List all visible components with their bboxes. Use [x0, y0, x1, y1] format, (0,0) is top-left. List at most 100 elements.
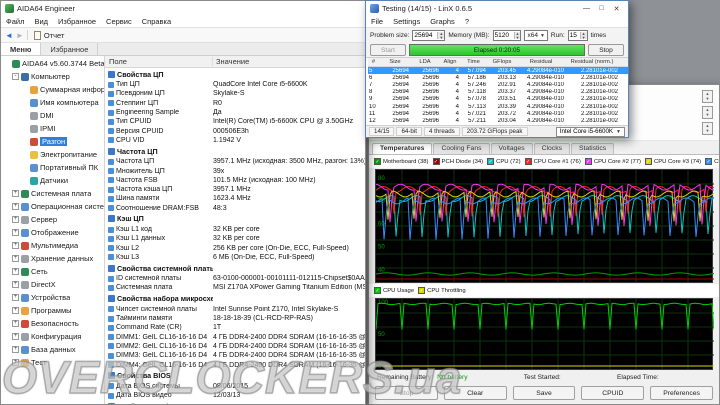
clear-button[interactable]: Clear	[443, 386, 507, 400]
sidebar-item[interactable]: + Операционная система	[1, 200, 104, 213]
column-header[interactable]: GFlops	[488, 59, 518, 65]
column-header-field[interactable]: Поле	[105, 57, 213, 66]
table-row[interactable]: Множитель ЦП 39x	[105, 166, 365, 175]
expand-icon[interactable]: +	[12, 242, 19, 249]
table-row[interactable]: Частота ЦП 3957.1 MHz (исходная: 3500 MHz…	[105, 157, 365, 166]
menu-item[interactable]: Файл	[1, 17, 29, 26]
expand-icon[interactable]: +	[12, 216, 19, 223]
sidebar-item[interactable]: + Сервер	[1, 213, 104, 226]
expand-icon[interactable]: +	[12, 307, 19, 314]
sidebar-item[interactable]: + Системная плата	[1, 187, 104, 200]
run-count-value[interactable]	[568, 31, 580, 40]
table-row[interactable]: Частота кэша ЦП 3957.1 MHz	[105, 185, 365, 194]
legend-checkbox[interactable]: ✓	[584, 158, 592, 165]
expand-icon[interactable]: +	[12, 229, 19, 236]
aida-titlebar[interactable]: AIDA64 Engineer	[1, 1, 365, 16]
sidebar-tab[interactable]: Меню	[1, 43, 42, 55]
legend-checkbox[interactable]: ✓	[374, 287, 381, 294]
menu-item[interactable]: Сервис	[101, 17, 137, 26]
sidebar-item[interactable]: Суммарная информация	[1, 83, 104, 96]
sidebar-item[interactable]: + Тест	[1, 356, 104, 369]
table-row[interactable]: Тип ЦП QuadCore Intel Core i5-6600K	[105, 80, 365, 89]
sidebar-item[interactable]: + Безопасность	[1, 317, 104, 330]
sidebar-item[interactable]: + Конфигурация	[1, 330, 104, 343]
table-row[interactable]: Кэш L3 6 МБ (On-Die, ECC, Full-Speed)	[105, 253, 365, 262]
sidebar-item[interactable]: Портативный ПК	[1, 161, 104, 174]
table-row[interactable]: DIMM3: GeIL CL16-16-16 D4 4 ГБ DDR4-2400 …	[105, 351, 365, 360]
column-header[interactable]: Size	[381, 59, 411, 65]
column-header[interactable]: #	[368, 59, 381, 65]
arch-select[interactable]: x64 ▼	[524, 30, 548, 41]
legend-item[interactable]: ✓ CPU Core #3 (74)	[644, 158, 701, 165]
table-row[interactable]: Кэш L2 256 KB per core (On-Die, ECC, Full…	[105, 243, 365, 252]
result-row[interactable]: 12 25694 25696 4 57.211 203.04 4.29084e-010 2.2…	[368, 117, 628, 124]
column-header[interactable]: Align	[441, 59, 461, 65]
minimize-icon[interactable]: —	[579, 2, 594, 15]
legend-item[interactable]: ✓ CPU (72)	[487, 158, 521, 165]
expand-icon[interactable]: +	[12, 359, 19, 366]
tab-voltages[interactable]: Voltages	[490, 143, 533, 154]
legend-checkbox[interactable]: ✓	[644, 158, 652, 165]
legend-checkbox[interactable]: ✓	[705, 158, 713, 165]
sidebar-item[interactable]: DMI	[1, 109, 104, 122]
sidebar-item[interactable]: AIDA64 v5.60.3744 Beta	[1, 57, 104, 70]
result-row[interactable]: 6 25694 25696 4 57.186 203.13 4.29084e-010 2.28…	[368, 74, 628, 81]
table-row[interactable]: Тип CPUID Intel(R) Core(TM) i5-6600K CPU …	[105, 117, 365, 126]
problem-size-input[interactable]: ▲▼	[412, 30, 446, 41]
column-header-value[interactable]: Значение	[213, 57, 365, 66]
legend-item[interactable]: ✓CPU Core #4 (71)	[705, 158, 719, 165]
back-icon[interactable]: ◄	[5, 31, 13, 40]
table-row[interactable]: CPU VID 1.1942 V	[105, 136, 365, 145]
table-row[interactable]: DIMM2: GeIL CL16-16-16 D4 4 ГБ DDR4-2400 …	[105, 342, 365, 351]
menu-item[interactable]: Справка	[137, 17, 176, 26]
table-row[interactable]: Engineering Sample Да	[105, 108, 365, 117]
table-row[interactable]: Версия CPUID 000506E3h	[105, 126, 365, 135]
table-row[interactable]: DIMM4: GeIL CL16-16-16 D4 4 ГБ DDR4-2400 …	[105, 360, 365, 369]
expand-icon[interactable]: +	[12, 320, 19, 327]
column-header[interactable]: LDA	[411, 59, 441, 65]
tab-clocks[interactable]: Clocks	[533, 143, 570, 154]
stop-button[interactable]: Stop	[588, 44, 624, 56]
report-button[interactable]: Отчет	[31, 30, 68, 40]
sidebar-item[interactable]: Датчики	[1, 174, 104, 187]
table-row[interactable]: DIMM1: GeIL CL16-16-16 D4 4 ГБ DDR4-2400 …	[105, 333, 365, 342]
menu-item[interactable]: Избранное	[53, 17, 101, 26]
sidebar-item[interactable]: - Компьютер	[1, 70, 104, 83]
legend-item[interactable]: ✓ CPU Core #1 (76)	[524, 158, 581, 165]
sidebar-item[interactable]: + База данных	[1, 343, 104, 356]
result-row[interactable]: 10 25694 25696 4 57.113 203.39 4.29084e-010 2.2…	[368, 103, 628, 110]
expand-icon[interactable]: +	[12, 203, 19, 210]
legend-item[interactable]: ✓ CPU Usage	[374, 287, 414, 294]
menu-item[interactable]: Graphs	[425, 17, 460, 26]
result-row[interactable]: 5 25694 25696 4 57.094 203.45 4.29084e-010 2.28…	[368, 67, 628, 75]
column-header[interactable]: Time	[461, 59, 488, 65]
maximize-icon[interactable]: □	[594, 2, 609, 15]
start-button[interactable]: Start	[370, 44, 406, 56]
result-row[interactable]: 8 25694 25696 4 57.118 203.37 4.29084e-010 2.28…	[368, 89, 628, 96]
stop-button[interactable]: Stop	[375, 386, 438, 400]
table-row[interactable]: Соотношение DRAM:FSB 48:3	[105, 204, 365, 213]
memory-input[interactable]: ▲▼	[492, 30, 522, 41]
table-row[interactable]: Чипсет системной платы Intel Sunrise Poin…	[105, 305, 365, 314]
legend-item[interactable]: ✓ CPU Throttling	[418, 287, 466, 294]
cpuid-button[interactable]: CPUID	[581, 386, 645, 400]
expand-icon[interactable]: +	[12, 333, 19, 340]
spinner-icon[interactable]: ▲ ▼	[513, 32, 521, 40]
spinner-control[interactable]: ▲ ▼	[702, 106, 713, 119]
sidebar-item[interactable]: Имя компьютера	[1, 96, 104, 109]
sidebar-item[interactable]: + Хранение данных	[1, 252, 104, 265]
sidebar-item[interactable]: + Сеть	[1, 265, 104, 278]
legend-checkbox[interactable]: ✓	[418, 287, 426, 294]
table-row[interactable]: Системная плата MSI Z170A XPower Gaming T…	[105, 283, 365, 292]
expand-icon[interactable]: +	[12, 268, 19, 275]
sidebar-item[interactable]: + DirectX	[1, 278, 104, 291]
legend-item[interactable]: ✓ CPU Core #2 (77)	[584, 158, 641, 165]
close-icon[interactable]: ✕	[609, 2, 624, 15]
sidebar-item[interactable]: + Мультимедиа	[1, 239, 104, 252]
column-header[interactable]: Residual	[518, 59, 566, 65]
sidebar-item[interactable]: IPMI	[1, 122, 104, 135]
problem-size-value[interactable]	[413, 31, 438, 40]
legend-item[interactable]: ✓ PCH Diode (34)	[432, 158, 483, 165]
table-row[interactable]: Шина памяти 1623.4 MHz	[105, 194, 365, 203]
run-count-input[interactable]: ▲▼	[567, 30, 588, 41]
